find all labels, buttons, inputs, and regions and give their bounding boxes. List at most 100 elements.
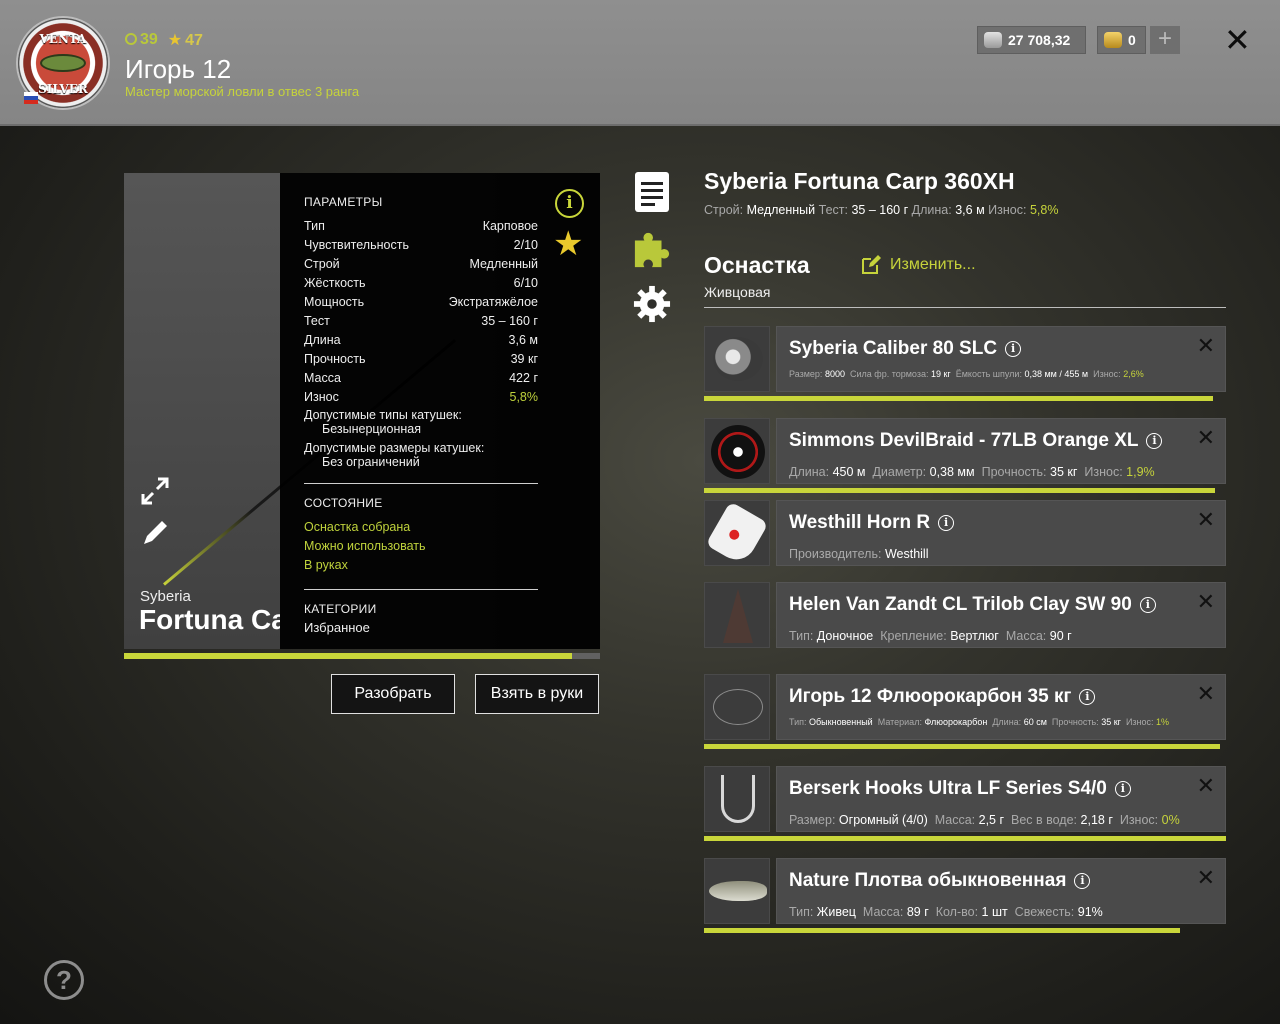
tackle-title: Оснастка bbox=[704, 252, 810, 278]
item-info-value: 1 шт bbox=[981, 905, 1008, 919]
item-info-value: Обыкновенный bbox=[809, 717, 873, 727]
item-info-value: 60 см bbox=[1023, 717, 1047, 727]
item-card[interactable]: Simmons DevilBraid - 77LB Orange XL i Длин… bbox=[776, 418, 1226, 484]
item-name: Nature Плотва обыкновенная i bbox=[789, 870, 1091, 892]
item-name-text: Westhill Horn R bbox=[789, 512, 931, 533]
item-info-value: 2,5 г bbox=[978, 813, 1005, 827]
item-info-label: Размер: bbox=[789, 813, 836, 827]
item-wear-bar bbox=[704, 396, 1214, 401]
gold-value: 0 bbox=[1128, 32, 1136, 48]
item-info-label: Крепление: bbox=[880, 629, 947, 643]
info-icon[interactable]: i bbox=[1079, 689, 1096, 705]
param-row: Масса 422 г bbox=[304, 369, 538, 388]
info-icon[interactable]: i bbox=[1139, 597, 1156, 613]
item-card[interactable]: Westhill Horn R i Производитель: Westhill … bbox=[776, 500, 1226, 566]
expand-icon[interactable] bbox=[140, 476, 170, 506]
gold-coin-icon bbox=[1104, 32, 1122, 48]
item-thumbnail[interactable] bbox=[704, 858, 770, 924]
item-info-label: Размер: bbox=[789, 369, 823, 379]
param-value: Карповое bbox=[482, 219, 538, 233]
item-info-label: Производитель: bbox=[789, 547, 882, 561]
item-name: Helen Van Zandt CL Trilob Clay SW 90 i bbox=[789, 594, 1156, 616]
item-thumbnail[interactable] bbox=[704, 582, 770, 648]
favorite-star-icon[interactable]: ★ bbox=[553, 224, 583, 264]
tackle-item[interactable]: Berserk Hooks Ultra LF Series S4/0 i Разме… bbox=[704, 766, 1226, 841]
remove-item-close-icon[interactable]: ✕ bbox=[1197, 589, 1215, 615]
item-wear-bar bbox=[704, 488, 1216, 493]
item-info-label: Износ: bbox=[1119, 813, 1159, 827]
item-card[interactable]: Berserk Hooks Ultra LF Series S4/0 i Разме… bbox=[776, 766, 1226, 832]
param-row: Чувствительность 2/10 bbox=[304, 236, 538, 255]
item-thumbnail[interactable] bbox=[704, 326, 770, 392]
item-thumbnail[interactable] bbox=[704, 418, 770, 484]
item-info-label: Масса: bbox=[934, 813, 976, 827]
close-icon[interactable]: ✕ bbox=[1224, 24, 1251, 56]
remove-item-close-icon[interactable]: ✕ bbox=[1197, 333, 1215, 359]
item-thumbnail[interactable] bbox=[704, 674, 770, 740]
add-currency-button[interactable]: + bbox=[1150, 26, 1180, 54]
param-value: 35 – 160 г bbox=[481, 314, 538, 328]
document-icon[interactable] bbox=[635, 172, 669, 212]
level-icon bbox=[125, 33, 137, 45]
rod-parameters-panel: ПАРАМЕТРЫ Тип Карповое Чувствительность 2/1… bbox=[280, 173, 600, 649]
info-icon[interactable]: i bbox=[1114, 781, 1131, 797]
tackle-item[interactable]: Syberia Caliber 80 SLC i Размер: 8000 Сила… bbox=[704, 326, 1226, 401]
item-info-label: Прочность: bbox=[1051, 717, 1099, 727]
bite-alarm-thumbnail bbox=[705, 501, 769, 565]
pencil-icon[interactable] bbox=[140, 518, 170, 548]
param-label: Мощность bbox=[304, 295, 365, 309]
tackle-item[interactable]: Westhill Horn R i Производитель: Westhill … bbox=[704, 500, 1226, 566]
info-icon[interactable]: i bbox=[938, 515, 955, 531]
divider bbox=[704, 307, 1226, 308]
item-name-text: Berserk Hooks Ultra LF Series S4/0 bbox=[789, 778, 1107, 799]
baitfish-thumbnail bbox=[709, 881, 767, 901]
param-label: Жёсткость bbox=[304, 276, 366, 290]
gear-icon[interactable] bbox=[633, 284, 671, 324]
change-tackle-button[interactable]: Изменить... bbox=[860, 254, 976, 276]
params-title: ПАРАМЕТРЫ bbox=[304, 195, 383, 209]
item-name: Westhill Horn R i bbox=[789, 512, 955, 534]
help-icon[interactable]: ? bbox=[44, 960, 84, 1000]
param-row: Износ 5,8% bbox=[304, 388, 538, 407]
tackle-item[interactable]: Simmons DevilBraid - 77LB Orange XL i Длин… bbox=[704, 418, 1226, 493]
param-value: Медленный bbox=[469, 257, 538, 271]
item-info-label: Ёмкость шпули: bbox=[955, 369, 1022, 379]
tackle-item[interactable]: Nature Плотва обыкновенная i Тип: Живец Ма… bbox=[704, 858, 1226, 933]
param-row: Прочность 39 кг bbox=[304, 350, 538, 369]
change-tackle-label: Изменить... bbox=[890, 256, 976, 273]
info-icon[interactable]: i bbox=[1146, 433, 1163, 449]
remove-item-close-icon[interactable]: ✕ bbox=[1197, 507, 1215, 533]
take-in-hands-button[interactable]: Взять в руки bbox=[475, 674, 599, 714]
item-info-value: 2,6% bbox=[1123, 369, 1144, 379]
item-info-value: 91% bbox=[1077, 905, 1103, 919]
info-icon[interactable]: i bbox=[1074, 873, 1091, 889]
remove-item-close-icon[interactable]: ✕ bbox=[1197, 865, 1215, 891]
item-card[interactable]: Nature Плотва обыкновенная i Тип: Живец Ма… bbox=[776, 858, 1226, 924]
meta-label: Длина: bbox=[911, 203, 952, 217]
tackle-item[interactable]: Игорь 12 Флюорокарбон 35 кг i Тип: Обыкнов… bbox=[704, 674, 1226, 749]
tackle-item[interactable]: Helen Van Zandt CL Trilob Clay SW 90 i Тип… bbox=[704, 582, 1226, 648]
info-icon[interactable]: i bbox=[555, 189, 584, 218]
puzzle-icon[interactable] bbox=[633, 230, 671, 270]
remove-item-close-icon[interactable]: ✕ bbox=[1197, 425, 1215, 451]
param-label: Чувствительность bbox=[304, 238, 409, 252]
remove-item-close-icon[interactable]: ✕ bbox=[1197, 681, 1215, 707]
param-label: Износ bbox=[304, 390, 339, 404]
star-icon: ★ bbox=[167, 32, 183, 49]
rod-meta: Строй: Медленный Тест: 35 – 160 г Длина:… bbox=[704, 203, 1058, 217]
item-info-label: Тип: bbox=[789, 629, 814, 643]
remove-item-close-icon[interactable]: ✕ bbox=[1197, 773, 1215, 799]
disassemble-button[interactable]: Разобрать bbox=[331, 674, 455, 714]
item-info-value: 0% bbox=[1161, 813, 1180, 827]
item-info-value: Вертлюг bbox=[950, 629, 999, 643]
item-thumbnail[interactable] bbox=[704, 766, 770, 832]
rod-wear-bar bbox=[124, 653, 600, 659]
logo-fish-icon bbox=[40, 54, 86, 72]
item-info-label: Диаметр: bbox=[872, 465, 927, 479]
item-card[interactable]: Helen Van Zandt CL Trilob Clay SW 90 i Тип… bbox=[776, 582, 1226, 648]
item-card[interactable]: Игорь 12 Флюорокарбон 35 кг i Тип: Обыкнов… bbox=[776, 674, 1226, 740]
item-thumbnail[interactable] bbox=[704, 500, 770, 566]
info-icon[interactable]: i bbox=[1005, 341, 1022, 357]
item-card[interactable]: Syberia Caliber 80 SLC i Размер: 8000 Сила… bbox=[776, 326, 1226, 392]
sinker-thumbnail bbox=[723, 589, 753, 643]
